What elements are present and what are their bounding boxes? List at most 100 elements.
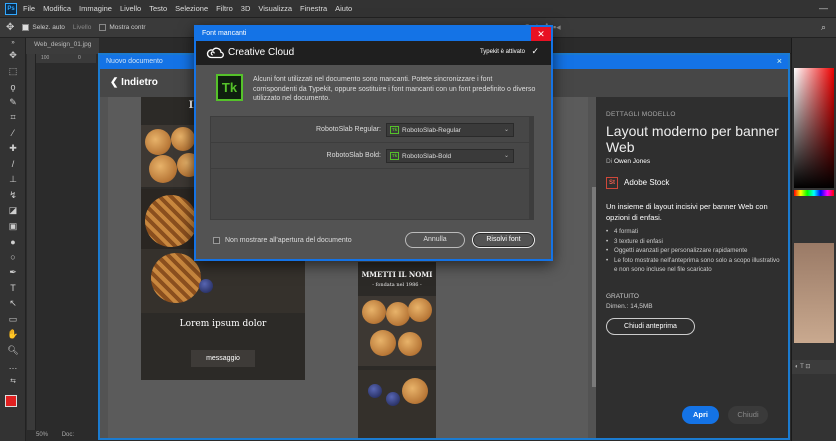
back-label: Indietro: [121, 77, 158, 88]
lasso-tool-icon[interactable]: ϙ: [0, 79, 26, 95]
typekit-icon: Tk: [390, 152, 399, 160]
shape-tool-icon[interactable]: ▭: [0, 312, 26, 328]
dont-show-label[interactable]: Non mostrare all'apertura del documento: [225, 237, 352, 244]
layers-panel-header: ◐ T ⊡: [792, 360, 836, 374]
swap-colors-icon[interactable]: ⇆: [0, 374, 26, 390]
ruler-mark: 0: [78, 55, 81, 61]
blur-tool-icon[interactable]: ●: [0, 234, 26, 250]
adobe-stock-label: Adobe Stock: [624, 178, 670, 187]
list-item: 3 texture di enfasi: [606, 237, 784, 247]
missing-font-name: RobotoSlab Regular:: [316, 126, 381, 133]
history-brush-icon[interactable]: ↯: [0, 188, 26, 204]
template-description: Un insieme di layout incisivi per banner…: [606, 202, 768, 222]
open-button[interactable]: Apri: [682, 406, 719, 424]
crop-tool-icon[interactable]: ⌗: [0, 110, 26, 126]
move-tool-icon: ✥: [6, 22, 15, 33]
template-size: Dimen.: 14,5MB: [606, 303, 653, 310]
replacement-font-select[interactable]: Tk RobotoSlab-Bold ⌄: [386, 149, 514, 163]
menu-testo[interactable]: Testo: [149, 4, 167, 13]
horizontal-ruler: 100 0: [36, 54, 96, 63]
replacement-font-value: RobotoSlab-Regular: [402, 126, 461, 134]
typekit-logo: Tk: [216, 74, 243, 101]
right-panels: ◐ T ⊡: [791, 38, 836, 441]
show-controls-checkbox[interactable]: Mostra contr: [99, 24, 145, 31]
template-title: Layout moderno per banner Web: [606, 123, 779, 155]
brush-tool-icon[interactable]: /: [0, 157, 26, 173]
hue-slider[interactable]: [794, 190, 834, 196]
template-author[interactable]: Owen Jones: [614, 158, 650, 165]
menu-modifica[interactable]: Modifica: [43, 4, 71, 13]
checkbox-icon: [22, 24, 30, 31]
list-item: 4 formati: [606, 227, 784, 237]
document-tab[interactable]: Web_design_01.jpg: [26, 38, 100, 54]
close-button[interactable]: Chiudi: [728, 406, 768, 424]
details-section-label: DETTAGLI MODELLO: [606, 111, 676, 118]
banner-heading: MMETTI IL NOMI: [361, 270, 433, 279]
dialog-title: Font mancanti: [196, 27, 551, 41]
menu-3d[interactable]: 3D: [241, 4, 251, 13]
chevron-left-icon: ❮: [110, 77, 122, 88]
doc-info: Doc:: [61, 432, 75, 438]
auto-select-checkbox[interactable]: Selez. auto: [22, 24, 65, 31]
search-icon[interactable]: ⌕: [821, 22, 826, 33]
close-preview-button[interactable]: Chiudi anteprima: [606, 318, 695, 335]
template-details-panel: DETTAGLI MODELLO Layout moderno per bann…: [596, 97, 788, 438]
menu-immagine[interactable]: Immagine: [79, 4, 112, 13]
eraser-tool-icon[interactable]: ◪: [0, 203, 26, 219]
layer-dropdown[interactable]: Livello: [73, 24, 91, 31]
missing-font-list: RobotoSlab Regular: Tk RobotoSlab-Regula…: [210, 116, 534, 220]
pen-tool-icon[interactable]: ✒: [0, 265, 26, 281]
type-tool-icon[interactable]: T: [0, 281, 26, 297]
zoom-tool-icon[interactable]: 🔍︎: [0, 343, 26, 359]
close-icon[interactable]: ✕: [531, 27, 551, 41]
banner-preview-small: MMETTI IL NOMI - fondata nel 1986 -: [358, 262, 436, 438]
template-price: GRATUITO: [606, 293, 639, 300]
menu-bar: Ps File Modifica Immagine Livello Testo …: [0, 0, 836, 18]
stamp-tool-icon[interactable]: ⊥: [0, 172, 26, 188]
menu-filtro[interactable]: Filtro: [216, 4, 233, 13]
back-button[interactable]: ❮ Indietro: [110, 77, 158, 88]
show-controls-label: Mostra contr: [109, 24, 146, 31]
photoshop-logo: Ps: [5, 2, 17, 15]
hand-tool-icon[interactable]: ✋: [0, 327, 26, 343]
list-scrollbar[interactable]: [529, 117, 534, 219]
replacement-font-select[interactable]: Tk RobotoSlab-Regular ⌄: [386, 123, 514, 137]
healing-brush-icon[interactable]: ✚: [0, 141, 26, 157]
menu-aiuto[interactable]: Aiuto: [335, 4, 352, 13]
path-select-icon[interactable]: ↖: [0, 296, 26, 312]
eyedropper-tool-icon[interactable]: ⁄: [0, 126, 26, 142]
menu-selezione[interactable]: Selezione: [175, 4, 208, 13]
zoom-level[interactable]: 50%: [36, 432, 48, 438]
banner-subheading: - fondata nel 1986 -: [372, 282, 422, 288]
dodge-tool-icon[interactable]: ○: [0, 250, 26, 266]
menu-file[interactable]: File: [23, 4, 35, 13]
menu-livello[interactable]: Livello: [120, 4, 141, 13]
creative-cloud-label: Creative Cloud: [228, 47, 295, 58]
font-row: RobotoSlab Regular: Tk RobotoSlab-Regula…: [211, 117, 529, 143]
move-tool-icon[interactable]: ✥: [0, 48, 26, 64]
resolve-fonts-button[interactable]: Risolvi font: [472, 232, 535, 248]
chevron-down-icon: ⌄: [503, 127, 509, 133]
gradient-tool-icon[interactable]: ▣: [0, 219, 26, 235]
panel-collapse-icon[interactable]: »: [0, 38, 26, 48]
typekit-status: Typekit è attivato: [479, 49, 525, 55]
tools-panel: » ✥ ⬚ ϙ ✎ ⌗ ⁄ ✚ / ⊥ ↯ ◪ ▣ ● ○ ✒ T ↖ ▭ ✋ …: [0, 38, 26, 441]
menu-finestra[interactable]: Finestra: [300, 4, 327, 13]
minimize-icon[interactable]: —: [819, 3, 828, 13]
template-features: 4 formati 3 texture di enfasi Oggetti av…: [606, 227, 784, 275]
ruler-mark: 100: [41, 55, 50, 61]
banner-button: messaggio: [191, 350, 255, 367]
adobe-stock-logo: St: [606, 177, 618, 189]
vertical-ruler: [27, 54, 36, 430]
more-tools-icon[interactable]: …: [0, 358, 26, 374]
chevron-down-icon: ⌄: [503, 153, 509, 159]
marquee-tool-icon[interactable]: ⬚: [0, 64, 26, 80]
color-picker-field[interactable]: [794, 68, 834, 188]
close-icon[interactable]: ×: [777, 56, 782, 66]
foreground-color-swatch[interactable]: [5, 395, 17, 407]
cancel-button[interactable]: Annulla: [405, 232, 465, 248]
replacement-font-value: RobotoSlab-Bold: [402, 152, 452, 160]
menu-visualizza[interactable]: Visualizza: [258, 4, 292, 13]
dont-show-checkbox[interactable]: [213, 237, 220, 244]
quick-select-tool-icon[interactable]: ✎: [0, 95, 26, 111]
